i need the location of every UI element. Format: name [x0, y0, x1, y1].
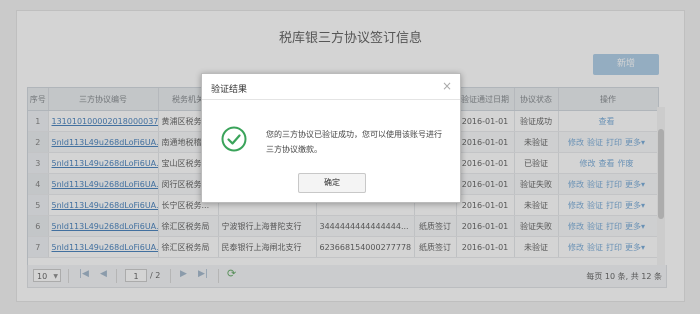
ok-button[interactable]: 确定: [298, 173, 366, 193]
dialog-message: 您的三方协议已验证成功，您可以使用该账号进行三方协议缴款。: [266, 130, 442, 154]
verify-result-dialog: 验证结果 × 您的三方协议已验证成功，您可以使用该账号进行三方协议缴款。 确定: [201, 73, 461, 203]
check-circle-icon: [221, 126, 247, 152]
dialog-title: 验证结果: [211, 85, 248, 95]
dialog-header: 验证结果 ×: [202, 74, 460, 100]
close-icon[interactable]: ×: [442, 79, 452, 93]
